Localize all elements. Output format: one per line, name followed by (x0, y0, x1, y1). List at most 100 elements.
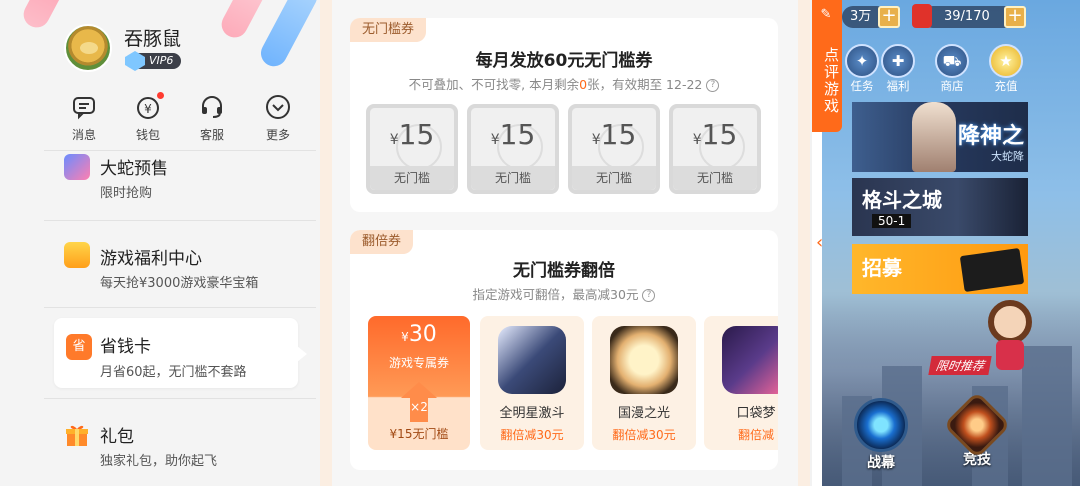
sidebar-item-gift[interactable]: 礼包 独家礼包，助你起飞 (44, 408, 316, 478)
coupon-amount: ¥15 (490, 118, 536, 151)
vip-badge[interactable]: VIP6 (125, 51, 182, 71)
sidebar-item-subtitle: 限时抢购 (100, 186, 153, 201)
nav-welfare[interactable]: ✚ 福利 (878, 44, 918, 94)
coupon[interactable]: ¥15 无门槛 (467, 104, 559, 194)
game-preview[interactable]: ✎ 点评游戏 ‹ 3万 + 39/170 + ✦ 任务 ✚ 福利 ⛟ 商店 ★ 充值 降… (812, 0, 1080, 486)
coupon-amount: ¥15 (389, 118, 435, 151)
review-game-tab[interactable]: ✎ 点评游戏 (812, 0, 842, 132)
coupon[interactable]: ¥15 无门槛 (669, 104, 761, 194)
banner-recruit[interactable]: 招募 (852, 244, 1028, 294)
help-icon[interactable]: ? (706, 79, 720, 92)
divider (44, 307, 316, 308)
card-subtitle: 不可叠加、不可找零, 本月剩余0张，有效期至 12-22 ? (350, 74, 778, 93)
sidebar-item-title: 省钱卡 (100, 337, 151, 357)
coupon-label: 无门槛 (673, 166, 757, 190)
chevron-left-icon[interactable]: ‹ (816, 232, 823, 253)
double-coupon-card: 翻倍券 无门槛券翻倍 指定游戏可翻倍，最高减30元 ? ¥30 游戏专属券 ×2… (350, 230, 778, 470)
add-resource-button[interactable]: + (878, 6, 900, 28)
username: 吞豚鼠 (124, 28, 182, 50)
sidebar-item-welfare[interactable]: 游戏福利中心 每天抢¥3000游戏豪华宝箱 (44, 228, 316, 298)
chevron-down-icon (263, 92, 293, 122)
banner-event[interactable]: 降神之 大蛇降 (852, 102, 1028, 172)
banner-fight-city[interactable]: 格斗之城 50-1 (852, 178, 1028, 236)
card-tag: 翻倍券 (350, 230, 414, 254)
subtitle-text: 张，有效期至 12-22 (587, 77, 703, 92)
card-tag: 无门槛券 (350, 18, 427, 42)
banner-subtitle: 大蛇降 (991, 150, 1024, 163)
quick-action-service[interactable]: 客服 (182, 92, 242, 143)
svg-text:¥: ¥ (144, 102, 152, 116)
pen-icon: ✎ (820, 7, 834, 22)
coupon-base-label: ¥15无门槛 (389, 427, 449, 441)
quick-action-wallet[interactable]: ¥ 钱包 (118, 92, 178, 143)
quick-action-label: 钱包 (135, 128, 160, 142)
coupon[interactable]: ¥15 无门槛 (568, 104, 660, 194)
quick-action-label: 更多 (265, 128, 290, 142)
card-title: 无门槛券翻倍 (513, 261, 615, 281)
double-arrow-icon: ×2 (401, 382, 437, 422)
recharge-icon: ★ (989, 44, 1023, 78)
exclusive-coupon[interactable]: ¥30 游戏专属券 ×2 ¥15无门槛 (368, 316, 470, 450)
game-card[interactable]: 全明星激斗 翻倍减30元 (480, 316, 584, 450)
help-icon[interactable]: ? (642, 289, 656, 302)
presale-game-icon (64, 154, 90, 180)
banner-title: 招募 (862, 256, 902, 280)
sidebar-item-subtitle: 独家礼包，助你起飞 (100, 454, 218, 469)
character-figure (912, 102, 956, 172)
coupon-amount: ¥15 (591, 118, 637, 151)
message-icon (69, 92, 99, 122)
gift-icon (64, 422, 90, 448)
sidebar-item-subtitle: 月省60起，无门槛不套路 (100, 365, 247, 380)
task-icon: ✦ (845, 44, 879, 78)
headset-icon (197, 92, 227, 122)
game-deal: 翻倍减30元 (500, 428, 564, 442)
limited-recommend-badge[interactable]: 限时推荐 (928, 356, 992, 375)
add-stamina-button[interactable]: + (1004, 6, 1026, 28)
avatar[interactable] (64, 24, 112, 72)
remaining-count: 0 (579, 77, 588, 92)
game-icon (610, 326, 678, 394)
sidebar-item-title: 礼包 (100, 427, 134, 447)
free-coupon-card: 无门槛券 每月发放60元无门槛券 不可叠加、不可找零, 本月剩余0张，有效期至 … (350, 18, 778, 212)
battle-button[interactable]: 战幕 (846, 398, 916, 472)
nav-shop[interactable]: ⛟ 商店 (932, 44, 972, 94)
vip-gem-icon (125, 51, 145, 71)
nav-label: 福利 (886, 79, 910, 93)
subtitle-text: 不可叠加、不可找零, 本月剩余 (408, 77, 580, 92)
nav-recharge[interactable]: ★ 充值 (986, 44, 1026, 94)
nav-label: 充值 (994, 79, 1018, 93)
game-icon (498, 326, 566, 394)
main-panel: 无门槛券 每月发放60元无门槛券 不可叠加、不可找零, 本月剩余0张，有效期至 … (320, 0, 810, 486)
banner-subtitle: 50-1 (872, 214, 912, 228)
arena-button[interactable]: 竞技 (942, 391, 1012, 469)
divider (44, 398, 316, 399)
cart-icon: ⛟ (935, 44, 969, 78)
divider (44, 220, 316, 221)
coupon-label: 游戏专属券 (388, 356, 449, 370)
coupon[interactable]: ¥15 无门槛 (366, 104, 458, 194)
coupon-amount: ¥15 (692, 118, 738, 151)
nav-label: 商店 (940, 79, 964, 93)
notification-dot (157, 92, 164, 99)
game-card[interactable]: 国漫之光 翻倍减30元 (592, 316, 696, 450)
active-indicator (297, 346, 307, 362)
subtitle-text: 指定游戏可翻倍，最高减30元 (472, 287, 639, 302)
sidebar-item-presale[interactable]: 大蛇预售 限时抢购 (44, 150, 316, 220)
quick-action-message[interactable]: 消息 (54, 92, 114, 143)
sidebar-item-title: 大蛇预售 (100, 159, 168, 179)
decoration-stripe (19, 0, 75, 33)
card-title: 每月发放60元无门槛券 (475, 51, 653, 71)
sidebar-item-savings-card[interactable]: 省 省钱卡 月省60起，无门槛不套路 (54, 318, 307, 388)
sidebar: 吞豚鼠 VIP6 消息 ¥ 钱包 客服 更多 大蛇预售 限时抢购 游戏福利中心 … (0, 0, 320, 486)
coupon-amount: ¥30 (401, 322, 437, 347)
button-label: 战幕 (867, 455, 895, 471)
nav-task[interactable]: ✦ 任务 (842, 44, 882, 94)
coupon-label: 无门槛 (572, 166, 656, 190)
stamina-icon (912, 4, 932, 28)
game-card[interactable]: 口袋梦 翻倍减 (704, 316, 778, 450)
battle-icon (854, 398, 908, 452)
game-icon (722, 326, 778, 394)
recruit-card-icon (959, 247, 1025, 293)
quick-action-more[interactable]: 更多 (248, 92, 308, 143)
review-tab-label: 点评游戏 (822, 47, 840, 115)
